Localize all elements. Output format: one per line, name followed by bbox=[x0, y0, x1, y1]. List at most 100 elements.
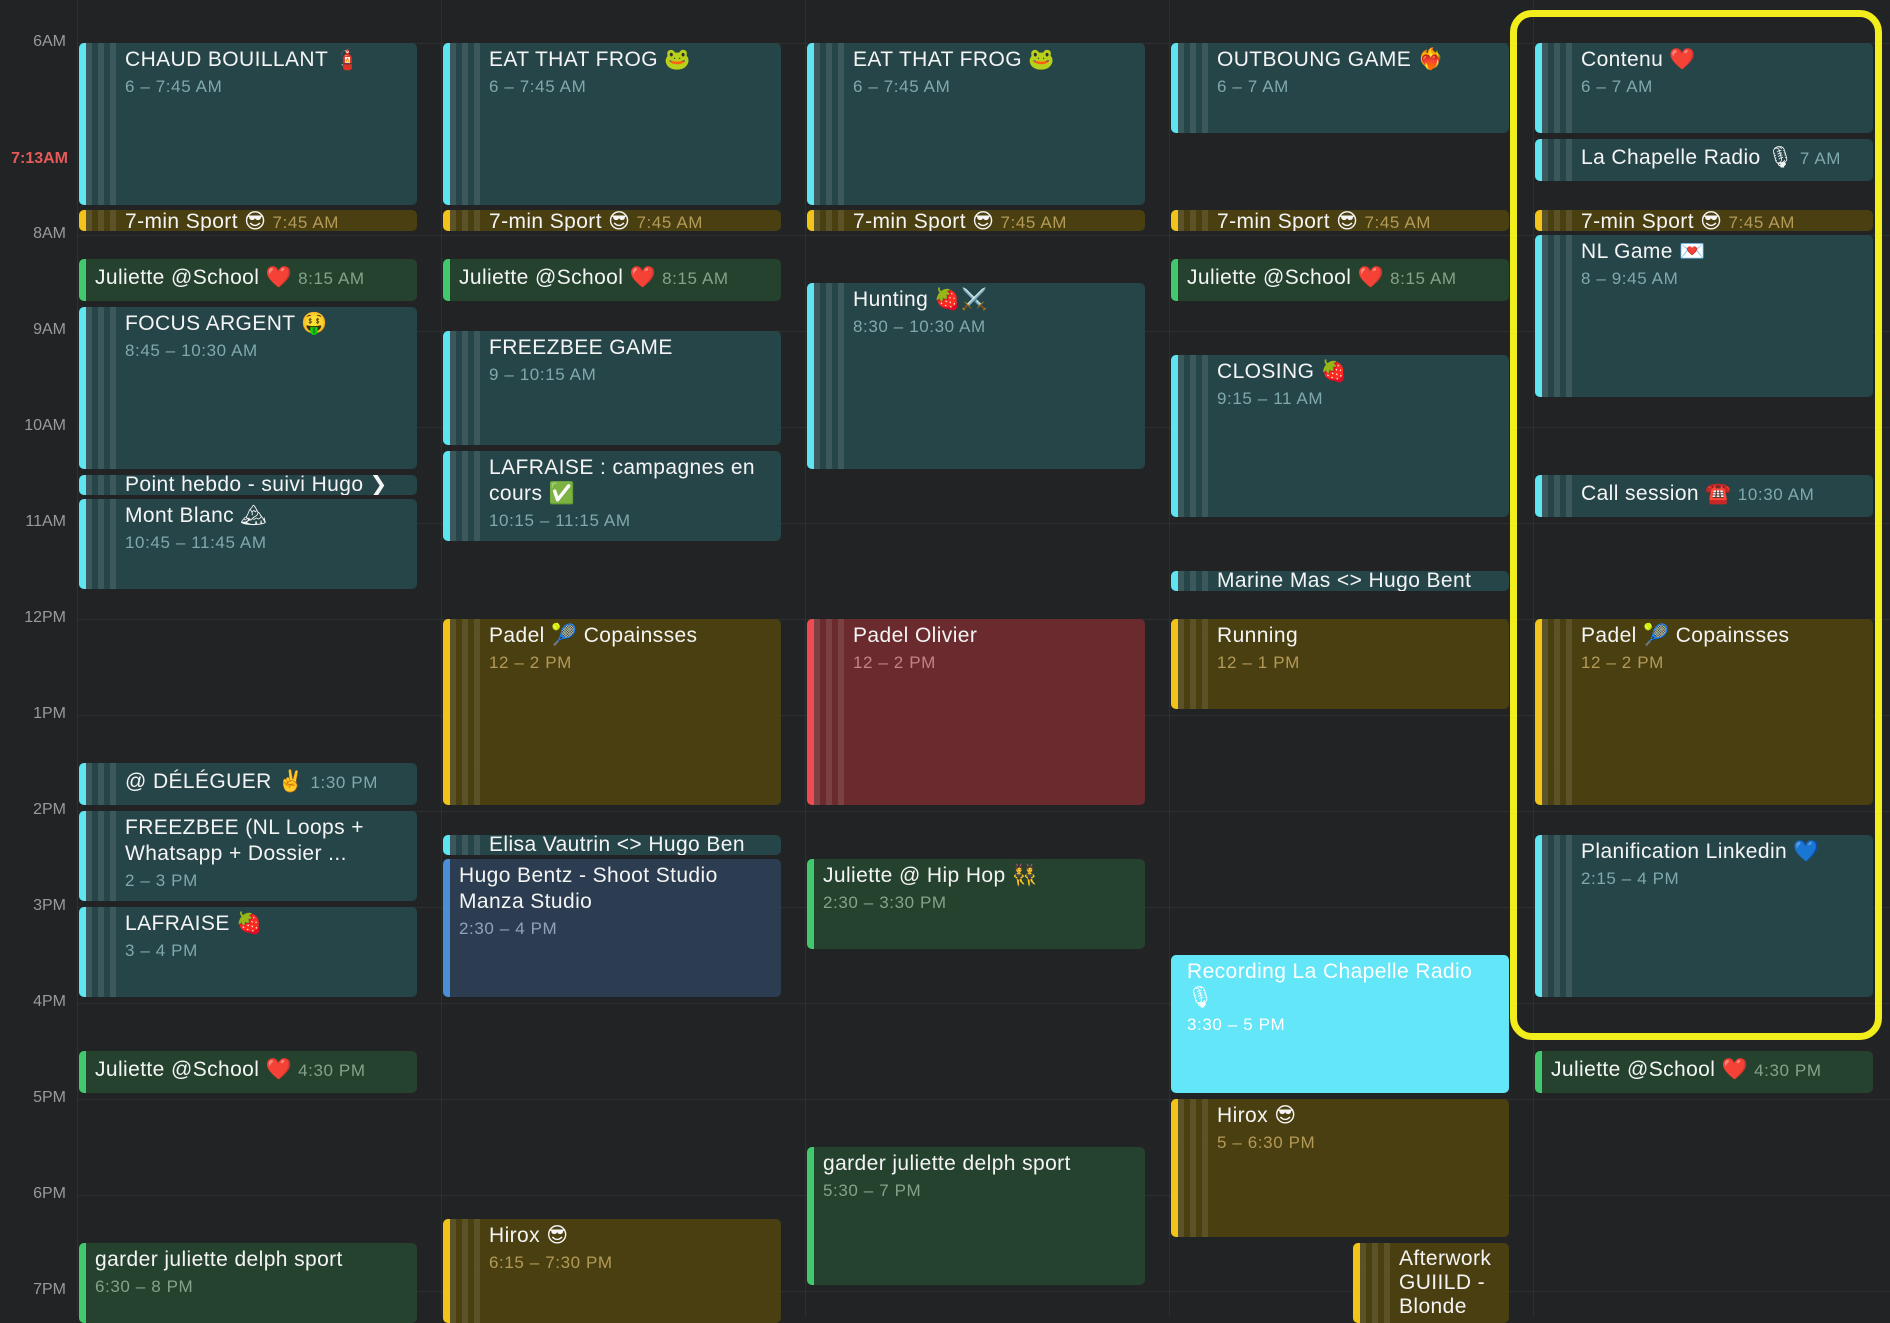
event-juliette-school[interactable]: Juliette @School ❤️ 4:30 PM bbox=[1535, 1051, 1873, 1093]
event-padel-copainsses[interactable]: Padel 🎾 Copainsses 12 – 2 PM bbox=[443, 619, 781, 805]
event-time: 6:30 – 8 PM bbox=[95, 1277, 194, 1296]
event-nl-game[interactable]: NL Game 💌 8 – 9:45 AM bbox=[1535, 235, 1873, 397]
event-title: Marine Mas <> Hugo Bent bbox=[1217, 571, 1472, 591]
current-time-label: 7:13AM bbox=[11, 150, 68, 167]
event-title: Juliette @School ❤️ bbox=[459, 266, 657, 289]
event-chaud-bouillant[interactable]: CHAUD BOUILLANT 🧯 6 – 7:45 AM bbox=[79, 43, 417, 205]
event-time: 8:15 AM bbox=[1390, 269, 1457, 288]
day-column-divider bbox=[805, 0, 806, 1316]
event-time: 7:45 AM bbox=[1000, 213, 1068, 231]
event-time: 8 – 9:45 AM bbox=[1581, 269, 1679, 288]
hour-label: 6AM bbox=[33, 33, 66, 50]
hour-label: 10AM bbox=[24, 417, 66, 434]
event-hirox[interactable]: Hirox 😎 5 – 6:30 PM bbox=[1171, 1099, 1509, 1237]
event-time: 9:15 – 11 AM bbox=[1217, 389, 1324, 408]
event-title: NL Game 💌 bbox=[1581, 240, 1706, 263]
event-padel-copainsses[interactable]: Padel 🎾 Copainsses 12 – 2 PM bbox=[1535, 619, 1873, 805]
event-title: EAT THAT FROG 🐸 bbox=[853, 48, 1055, 71]
event-freezbee[interactable]: FREEZBEE (NL Loops + Whatsapp + Dossier … bbox=[79, 811, 417, 901]
event-title: garder juliette delph sport bbox=[823, 1152, 1071, 1175]
event-title: 7-min Sport 😎 bbox=[1581, 210, 1723, 232]
event-mont-blanc[interactable]: Mont Blanc 🏔 10:45 – 11:45 AM bbox=[79, 499, 417, 589]
hour-gridline bbox=[78, 1003, 1890, 1004]
event-juliette-hip-hop[interactable]: Juliette @ Hip Hop 👯 2:30 – 3:30 PM bbox=[807, 859, 1145, 949]
event-eat-that-frog[interactable]: EAT THAT FROG 🐸 6 – 7:45 AM bbox=[807, 43, 1145, 205]
event-running[interactable]: Running 12 – 1 PM bbox=[1171, 619, 1509, 709]
event-title: Juliette @School ❤️ bbox=[95, 1058, 293, 1081]
event-contenu[interactable]: Contenu ❤️ 6 – 7 AM bbox=[1535, 43, 1873, 133]
event-juliette-school[interactable]: Juliette @School ❤️ 8:15 AM bbox=[1171, 259, 1509, 301]
event-time: 2:30 – 4 PM bbox=[459, 919, 558, 938]
event-title: 7-min Sport 😎 bbox=[489, 210, 631, 232]
event-title: Mont Blanc 🏔 bbox=[125, 504, 268, 527]
event-title: Padel 🎾 Copainsses bbox=[489, 624, 698, 647]
event-hunting[interactable]: Hunting 🍓⚔️ 8:30 – 10:30 AM bbox=[807, 283, 1145, 469]
event-7min-sport[interactable]: 7-min Sport 😎 7:45 AM bbox=[443, 210, 781, 231]
event-title: Contenu ❤️ bbox=[1581, 48, 1696, 71]
event-title: 7-min Sport 😎 bbox=[125, 210, 267, 232]
event-padel-olivier[interactable]: Padel Olivier 12 – 2 PM bbox=[807, 619, 1145, 805]
event-time: 4:30 PM bbox=[298, 1061, 366, 1080]
event-title: Running bbox=[1217, 624, 1299, 647]
event-title: Padel 🎾 Copainsses bbox=[1581, 624, 1790, 647]
event-call-session[interactable]: Call session ☎️ 10:30 AM bbox=[1535, 475, 1873, 517]
event-title: Afterwork GUIILD - Blonde bbox=[1399, 1247, 1492, 1318]
event-time: 2:30 – 3:30 PM bbox=[823, 893, 947, 912]
event-time: 2:15 – 4 PM bbox=[1581, 869, 1680, 888]
event-title: CLOSING 🍓 bbox=[1217, 360, 1348, 383]
day-column-divider bbox=[1533, 0, 1534, 1316]
event-juliette-school[interactable]: Juliette @School ❤️ 8:15 AM bbox=[443, 259, 781, 301]
event-hugo-bentz-shoot[interactable]: Hugo Bentz - Shoot Studio Manza Studio 2:… bbox=[443, 859, 781, 997]
hour-label: 2PM bbox=[33, 801, 66, 818]
event-juliette-school[interactable]: Juliette @School ❤️ 4:30 PM bbox=[79, 1051, 417, 1093]
event-title: Elisa Vautrin <> Hugo Ben bbox=[489, 835, 745, 855]
hour-label: 12PM bbox=[24, 609, 66, 626]
event-planification-linkedin[interactable]: Planification Linkedin 💙 2:15 – 4 PM bbox=[1535, 835, 1873, 997]
event-title: Call session ☎️ bbox=[1581, 482, 1732, 505]
event-marine-mas[interactable]: Marine Mas <> Hugo Bent bbox=[1171, 571, 1509, 591]
event-la-chapelle-radio[interactable]: La Chapelle Radio 🎙 7 AM bbox=[1535, 139, 1873, 181]
event-title: Planification Linkedin 💙 bbox=[1581, 840, 1820, 863]
event-title: 7-min Sport 😎 bbox=[853, 210, 995, 232]
event-outboung-game[interactable]: OUTBOUNG GAME ❤️‍🔥 6 – 7 AM bbox=[1171, 43, 1509, 133]
event-afterwork-guiild[interactable]: Afterwork GUIILD - Blonde bbox=[1353, 1243, 1509, 1323]
event-time: 3:30 – 5 PM bbox=[1187, 1015, 1286, 1034]
event-time: 8:15 AM bbox=[662, 269, 729, 288]
event-recording-la-chapelle[interactable]: Recording La Chapelle Radio 🎙 3:30 – 5 PM bbox=[1171, 955, 1509, 1093]
event-7min-sport[interactable]: 7-min Sport 😎 7:45 AM bbox=[807, 210, 1145, 231]
event-lafraise[interactable]: LAFRAISE 🍓 3 – 4 PM bbox=[79, 907, 417, 997]
event-title: CHAUD BOUILLANT 🧯 bbox=[125, 48, 361, 71]
event-time: 7 AM bbox=[1799, 149, 1842, 168]
event-lafraise-campagnes[interactable]: LAFRAISE : campagnes en cours ✅ 10:15 – 1… bbox=[443, 451, 781, 541]
event-juliette-school[interactable]: Juliette @School ❤️ 8:15 AM bbox=[79, 259, 417, 301]
hour-label: 5PM bbox=[33, 1089, 66, 1106]
hour-label: 11AM bbox=[25, 513, 66, 530]
event-deleguer[interactable]: @ DÉLÉGUER ✌️ 1:30 PM bbox=[79, 763, 417, 805]
event-time: 12 – 1 PM bbox=[1217, 653, 1300, 672]
event-point-hebdo[interactable]: Point hebdo - suivi Hugo ❯ bbox=[79, 475, 417, 495]
event-time: 10:15 – 11:15 AM bbox=[489, 511, 631, 530]
hour-gridline bbox=[78, 1099, 1890, 1100]
event-title: FREEZBEE (NL Loops + Whatsapp + Dossier … bbox=[125, 816, 364, 865]
event-freezbee-game[interactable]: FREEZBEE GAME 9 – 10:15 AM bbox=[443, 331, 781, 445]
event-garder-juliette[interactable]: garder juliette delph sport 5:30 – 7 PM bbox=[807, 1147, 1145, 1285]
event-elisa-vautrin[interactable]: Elisa Vautrin <> Hugo Ben bbox=[443, 835, 781, 855]
hour-label: 9AM bbox=[33, 321, 66, 338]
event-7min-sport[interactable]: 7-min Sport 😎 7:45 AM bbox=[79, 210, 417, 231]
hour-label: 1PM bbox=[33, 705, 66, 722]
event-time: 9 – 10:15 AM bbox=[489, 365, 597, 384]
event-time: 7:45 AM bbox=[1364, 213, 1432, 231]
event-title: Hugo Bentz - Shoot Studio Manza Studio bbox=[459, 864, 718, 913]
event-garder-juliette[interactable]: garder juliette delph sport 6:30 – 8 PM bbox=[79, 1243, 417, 1323]
event-closing[interactable]: CLOSING 🍓 9:15 – 11 AM bbox=[1171, 355, 1509, 517]
event-title: LAFRAISE 🍓 bbox=[125, 912, 263, 935]
event-7min-sport[interactable]: 7-min Sport 😎 7:45 AM bbox=[1535, 210, 1873, 231]
event-eat-that-frog[interactable]: EAT THAT FROG 🐸 6 – 7:45 AM bbox=[443, 43, 781, 205]
event-7min-sport[interactable]: 7-min Sport 😎 7:45 AM bbox=[1171, 210, 1509, 231]
event-focus-argent[interactable]: FOCUS ARGENT 🤑 8:45 – 10:30 AM bbox=[79, 307, 417, 469]
event-time: 5 – 6:30 PM bbox=[1217, 1133, 1316, 1152]
event-time: 2 – 3 PM bbox=[125, 871, 198, 890]
event-hirox[interactable]: Hirox 😎 6:15 – 7:30 PM bbox=[443, 1219, 781, 1323]
event-title: Recording La Chapelle Radio 🎙 bbox=[1187, 960, 1473, 1009]
event-time: 6 – 7:45 AM bbox=[489, 77, 587, 96]
